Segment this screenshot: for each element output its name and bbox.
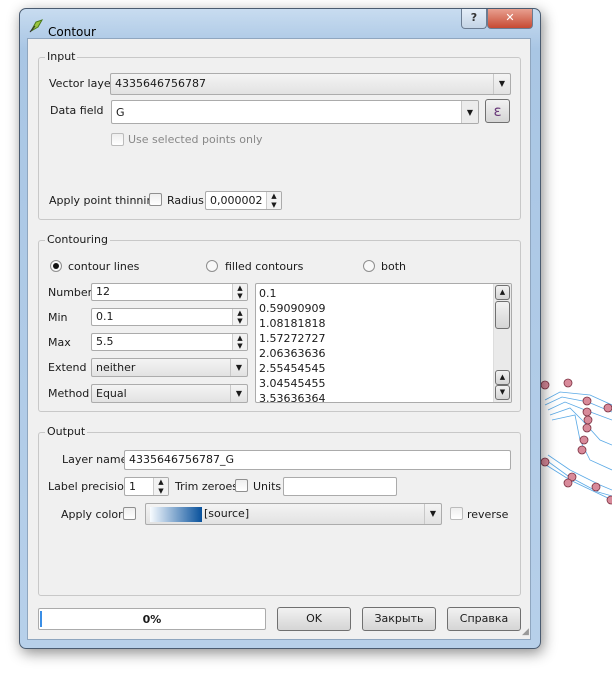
max-value: 5.5: [96, 335, 114, 348]
progress-bar: 0%: [38, 608, 266, 630]
chevron-down-icon: ▼: [424, 504, 441, 524]
window-title: Contour: [48, 25, 96, 39]
level-item[interactable]: 2.06363636: [259, 346, 511, 361]
close-icon[interactable]: ✕: [487, 9, 533, 29]
method-label: Method: [48, 387, 90, 400]
vector-layer-value: 4335646756787: [115, 77, 206, 90]
data-field-value: G: [116, 106, 125, 119]
label-precision-label: Label precision: [48, 480, 131, 493]
data-field-label: Data field: [50, 104, 104, 117]
number-spinbox[interactable]: 12 ▲ ▼: [91, 283, 248, 301]
output-group-title: Output: [45, 425, 88, 438]
use-selected-label: Use selected points only: [128, 133, 263, 146]
min-value: 0.1: [96, 310, 114, 323]
color-ramp-value: [source]: [204, 507, 250, 520]
contouring-group-title: Contouring: [45, 233, 110, 246]
ok-button[interactable]: OK: [277, 607, 351, 631]
contour-lines: [544, 391, 612, 501]
max-spinbox[interactable]: 5.5 ▲ ▼: [91, 333, 248, 351]
spin-arrows-icon[interactable]: ▲ ▼: [153, 478, 168, 495]
color-ramp-combo[interactable]: [source] ▼: [145, 503, 442, 525]
method-combo[interactable]: Equal ▼: [91, 384, 248, 403]
method-value: Equal: [96, 387, 127, 400]
chevron-down-icon: ▼: [230, 385, 247, 402]
layer-name-label: Layer name: [62, 453, 128, 466]
color-ramp-preview: [150, 507, 202, 522]
levels-scrollbar[interactable]: ▲ ▲ ▼: [493, 284, 511, 402]
filled-contours-radio[interactable]: [206, 260, 218, 272]
layer-name-input[interactable]: 4335646756787_G: [124, 450, 511, 470]
level-item[interactable]: 3.04545455: [259, 376, 511, 391]
spin-arrows-icon[interactable]: ▲ ▼: [232, 284, 247, 300]
levels-list[interactable]: 0.1 0.59090909 1.08181818 1.57272727 2.06363…: [255, 283, 512, 403]
thinning-checkbox[interactable]: [149, 193, 162, 206]
apply-colors-label: Apply colors: [61, 508, 129, 521]
resize-grip-icon[interactable]: ◢: [522, 627, 529, 637]
label-precision-spinbox[interactable]: 1 ▲ ▼: [124, 477, 169, 496]
trim-zeroes-label: Trim zeroes: [175, 480, 238, 493]
extend-value: neither: [96, 361, 136, 374]
max-label: Max: [48, 336, 71, 349]
help-icon[interactable]: ?: [461, 9, 487, 29]
input-group-title: Input: [45, 50, 78, 63]
radius-spinbox[interactable]: 0,000002 ▲ ▼: [205, 191, 282, 210]
progress-text: 0%: [142, 613, 162, 626]
level-item[interactable]: 0.59090909: [259, 301, 511, 316]
number-label: Number: [48, 286, 93, 299]
level-item[interactable]: 3.53636364: [259, 391, 511, 402]
contour-lines-label: contour lines: [68, 260, 140, 273]
close-button[interactable]: Закрыть: [362, 607, 436, 631]
data-field-combo[interactable]: G ▼: [111, 100, 479, 124]
level-item[interactable]: 0.1: [259, 286, 511, 301]
units-label: Units: [253, 480, 282, 493]
level-item[interactable]: 1.08181818: [259, 316, 511, 331]
extend-combo[interactable]: neither ▼: [91, 358, 248, 377]
spin-arrows-icon[interactable]: ▲ ▼: [232, 334, 247, 350]
reverse-label: reverse: [467, 508, 509, 521]
scroll-thumb[interactable]: [495, 301, 510, 329]
level-item[interactable]: 2.55454545: [259, 361, 511, 376]
filled-contours-label: filled contours: [225, 260, 304, 273]
min-label: Min: [48, 311, 68, 324]
units-input[interactable]: [283, 477, 397, 496]
thinning-label: Apply point thinning: [49, 194, 161, 207]
spin-arrows-icon[interactable]: ▲ ▼: [266, 192, 281, 209]
vector-layer-label: Vector layer: [49, 77, 116, 90]
radius-label: Radius: [167, 194, 204, 207]
both-label: both: [381, 260, 406, 273]
level-item[interactable]: 1.57272727: [259, 331, 511, 346]
scroll-up-icon[interactable]: ▲: [495, 370, 510, 385]
contour-lines-radio[interactable]: [50, 260, 62, 272]
help-button[interactable]: Справка: [447, 607, 521, 631]
chevron-down-icon: ▼: [461, 101, 478, 123]
spin-arrows-icon[interactable]: ▲ ▼: [232, 309, 247, 325]
chevron-down-icon: ▼: [493, 74, 510, 94]
apply-colors-checkbox[interactable]: [123, 507, 136, 520]
number-value: 12: [96, 285, 110, 298]
scroll-up-icon[interactable]: ▲: [495, 285, 510, 300]
qgis-contour-icon: [29, 19, 44, 33]
chevron-down-icon: ▼: [230, 359, 247, 376]
use-selected-checkbox[interactable]: [111, 133, 124, 146]
extend-label: Extend: [48, 361, 87, 374]
vector-layer-combo[interactable]: 4335646756787 ▼: [110, 73, 511, 95]
scroll-down-icon[interactable]: ▼: [495, 385, 510, 400]
min-spinbox[interactable]: 0.1 ▲ ▼: [91, 308, 248, 326]
reverse-checkbox[interactable]: [450, 507, 463, 520]
both-radio[interactable]: [363, 260, 375, 272]
radius-value: 0,000002: [210, 194, 263, 207]
expression-button[interactable]: ε: [485, 99, 510, 123]
trim-zeroes-checkbox[interactable]: [235, 479, 248, 492]
precision-value: 1: [129, 480, 136, 493]
